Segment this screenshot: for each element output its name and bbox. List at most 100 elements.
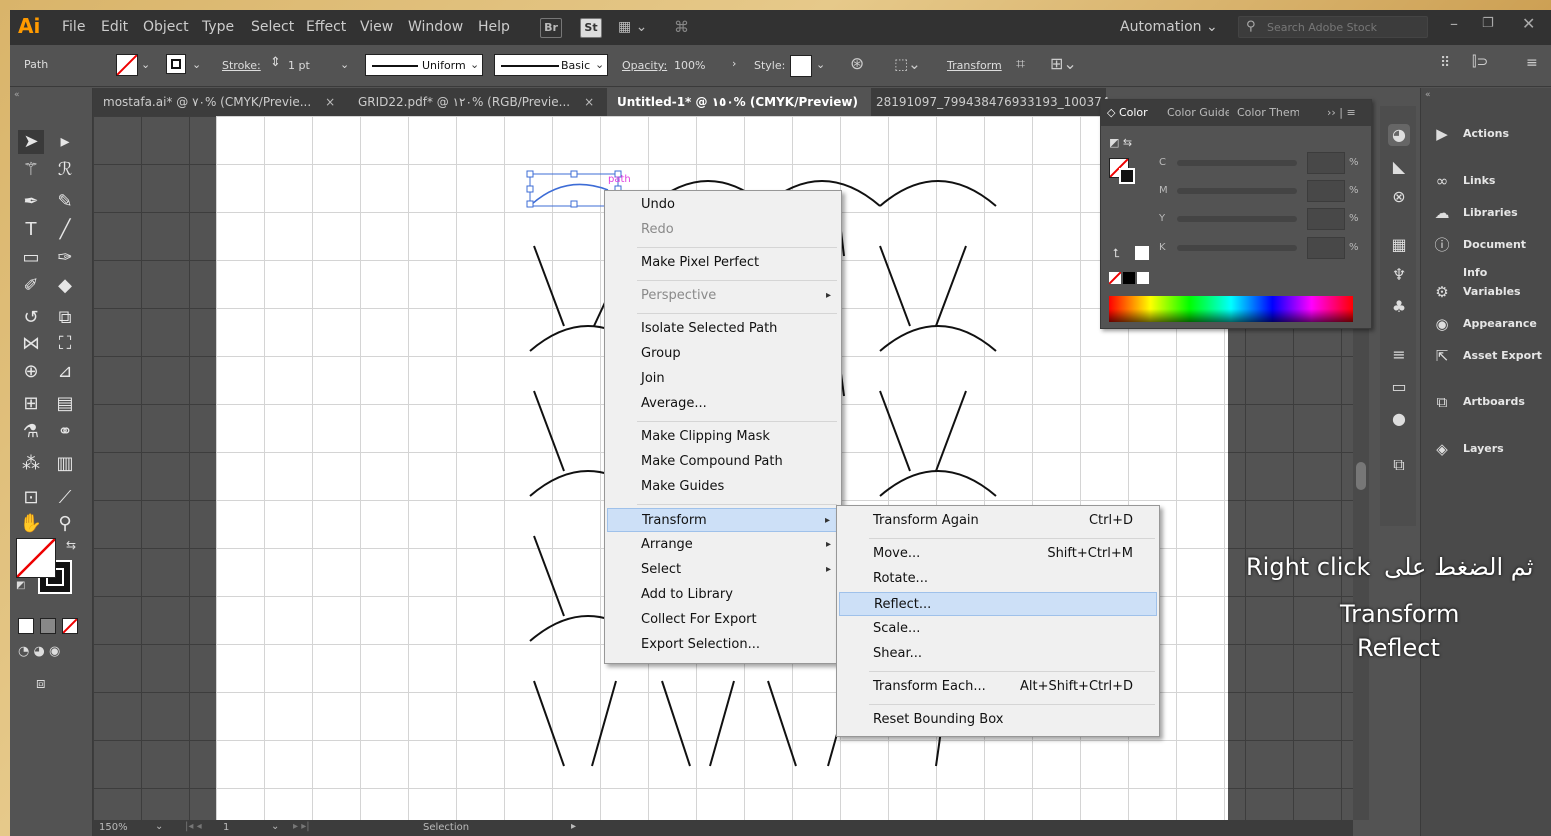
opacity-value[interactable]: 100% (674, 59, 705, 72)
menu-item-select[interactable]: Select ▸ (607, 558, 839, 582)
menu-item-make-pixel-perfect[interactable]: Make Pixel Perfect (607, 251, 839, 275)
close-tab-icon[interactable]: × (325, 95, 335, 109)
blend-tool-icon[interactable]: ⚭ (52, 420, 78, 444)
brush-definition-dropdown[interactable]: Basic ⌄ (494, 54, 608, 76)
panel-actions[interactable]: ▶ Actions (1421, 120, 1551, 148)
channel-y-input[interactable] (1307, 208, 1345, 230)
panel-links[interactable]: ∞ Links (1421, 167, 1551, 195)
pen-tool-icon[interactable]: ✒ (18, 190, 44, 214)
none-swatch[interactable] (1108, 271, 1122, 285)
draw-normal-icon[interactable]: ◔ ◕ ◉ (18, 644, 60, 659)
recolor-artwork-icon[interactable]: ⊛ (850, 54, 864, 74)
out-of-gamut-icon[interactable]: ⮤ (1113, 246, 1120, 261)
zoom-level[interactable]: 150% (99, 822, 128, 833)
zoom-dropdown-icon[interactable]: ⌄ (155, 821, 163, 832)
symbols-icon[interactable]: ♣ (1388, 296, 1410, 318)
align-icon[interactable]: ⬚⌄ (894, 55, 921, 73)
tab-color-guide[interactable]: Color Guide (1167, 106, 1229, 119)
rectangle-tool-icon[interactable]: ▭ (18, 246, 44, 270)
swap-fill-stroke-icon[interactable]: ⇆ (66, 538, 76, 552)
opacity-label[interactable]: Opacity: (622, 59, 667, 72)
panel-layers[interactable]: ◈ Layers (1421, 435, 1551, 463)
color-mode-icon[interactable] (18, 618, 34, 634)
close-icon[interactable]: ✕ (1522, 14, 1535, 33)
tab-grid22[interactable]: GRID22.pdf* @ ١٢٠% (RGB/Previe... × (348, 88, 613, 116)
menu-item-make-compound-path[interactable]: Make Compound Path (607, 450, 839, 474)
transform-panel-icon[interactable]: ⧉ (1388, 454, 1410, 476)
zoom-tool-icon[interactable]: ⚲ (52, 512, 78, 536)
swatches-icon[interactable]: ▦ (1388, 234, 1410, 256)
slice-tool-icon[interactable]: ⟋ (52, 486, 78, 510)
expand-panels-icon[interactable]: « (1425, 90, 1431, 100)
fill-dropdown-icon[interactable]: ⌄ (141, 58, 150, 71)
transform-link[interactable]: Transform (947, 59, 1002, 72)
paintbrush-tool-icon[interactable]: ✑ (52, 246, 78, 270)
menu-item-collect-for-export[interactable]: Collect For Export (607, 608, 839, 632)
default-colors-icon[interactable]: ◩ (16, 580, 25, 591)
artboard-tool-icon[interactable]: ⊡ (18, 486, 44, 510)
tab-28191097[interactable]: 28191097_799438476933193_100374... (866, 88, 1116, 116)
menu-item-average[interactable]: Average... (607, 392, 839, 416)
symbol-sprayer-tool-icon[interactable]: ⁂ (18, 452, 44, 476)
last-color-swatch[interactable] (1135, 246, 1149, 260)
shape-builder-tool-icon[interactable]: ⊕ (18, 360, 44, 384)
channel-m-input[interactable] (1307, 180, 1345, 202)
channel-c-input[interactable] (1307, 152, 1345, 174)
line-tool-icon[interactable]: ╱ (52, 218, 78, 242)
channel-k-slider[interactable] (1177, 245, 1297, 251)
color-spectrum[interactable] (1109, 296, 1353, 322)
free-transform-tool-icon[interactable]: ⛶ (52, 332, 78, 356)
color-panel-icon[interactable]: ◕ (1388, 124, 1410, 146)
white-swatch[interactable] (1137, 272, 1149, 284)
bridge-icon[interactable]: Br (540, 18, 562, 38)
stroke-panel-icon[interactable]: ≡ (1388, 344, 1410, 366)
menu-item-transform-each[interactable]: Transform Each... Alt+Shift+Ctrl+D (839, 675, 1157, 699)
menu-item-reflect[interactable]: Reflect... (839, 592, 1157, 616)
stock-search-input[interactable]: Search Adobe Stock (1238, 16, 1428, 38)
brushes-icon[interactable]: ♆ (1388, 264, 1410, 286)
menu-select[interactable]: Select (251, 19, 294, 35)
panel-grid-icon[interactable]: ⠿ (1440, 55, 1450, 71)
fill-swatch[interactable] (116, 54, 138, 76)
menu-item-perspective[interactable]: Perspective ▸ (607, 284, 839, 308)
perspective-grid-tool-icon[interactable]: ⊿ (52, 360, 78, 384)
menu-object[interactable]: Object (143, 19, 189, 35)
panel-menu-icon[interactable]: ≡ (1526, 55, 1538, 71)
panel-asset-export[interactable]: ⇱ Asset Export (1421, 342, 1551, 370)
change-screen-mode-icon[interactable]: ⧈ (36, 674, 46, 692)
rotate-tool-icon[interactable]: ↺ (18, 306, 44, 330)
stroke-swatch[interactable] (166, 54, 186, 74)
channel-k-input[interactable] (1307, 237, 1345, 259)
menu-item-add-to-library[interactable]: Add to Library (607, 583, 839, 607)
arrange-documents-icon[interactable]: ▦ ⌄ (618, 19, 647, 35)
panel-expand-icon[interactable]: ›› | ≡ (1327, 106, 1356, 119)
channel-y-slider[interactable] (1177, 216, 1297, 222)
menu-item-export-selection[interactable]: Export Selection... (607, 633, 839, 657)
variable-width-profile-dropdown[interactable]: Uniform ⌄ (365, 54, 483, 76)
direct-selection-tool-icon[interactable]: ▸ (52, 130, 78, 154)
lasso-tool-icon[interactable]: ℛ (52, 158, 78, 182)
minimize-icon[interactable]: – (1450, 14, 1458, 33)
menu-window[interactable]: Window (408, 19, 463, 35)
menu-item-scale[interactable]: Scale... (839, 617, 1157, 641)
artboard-nav-next-icon[interactable]: ▸ ▸| (293, 821, 310, 832)
menu-item-arrange[interactable]: Arrange ▸ (607, 533, 839, 557)
selection-tool-icon[interactable]: ➤ (18, 130, 44, 154)
menu-item-transform[interactable]: Transform ▸ (607, 508, 839, 532)
scale-tool-icon[interactable]: ⧉ (52, 306, 78, 330)
status-menu-icon[interactable]: ▸ (571, 821, 576, 832)
workspace-switcher[interactable]: Automation ⌄ (1120, 19, 1218, 35)
panel-variables[interactable]: ⚙ Variables (1421, 278, 1551, 306)
scroll-thumb[interactable] (1356, 462, 1366, 490)
menu-file[interactable]: File (62, 19, 85, 35)
gradient-tool-icon[interactable]: ▤ (52, 392, 78, 416)
channel-c-slider[interactable] (1177, 160, 1297, 166)
restore-icon[interactable]: ❐ (1482, 16, 1494, 31)
stroke-weight-dropdown-icon[interactable]: ⌄ (340, 58, 349, 71)
menu-view[interactable]: View (360, 19, 393, 35)
graphic-style-swatch[interactable] (790, 55, 812, 77)
artboard-dropdown-icon[interactable]: ⌄ (271, 821, 279, 832)
none-mode-icon[interactable] (62, 618, 78, 634)
opacity-expand-icon[interactable]: › (732, 57, 736, 70)
transparency-icon[interactable]: ● (1388, 408, 1410, 430)
